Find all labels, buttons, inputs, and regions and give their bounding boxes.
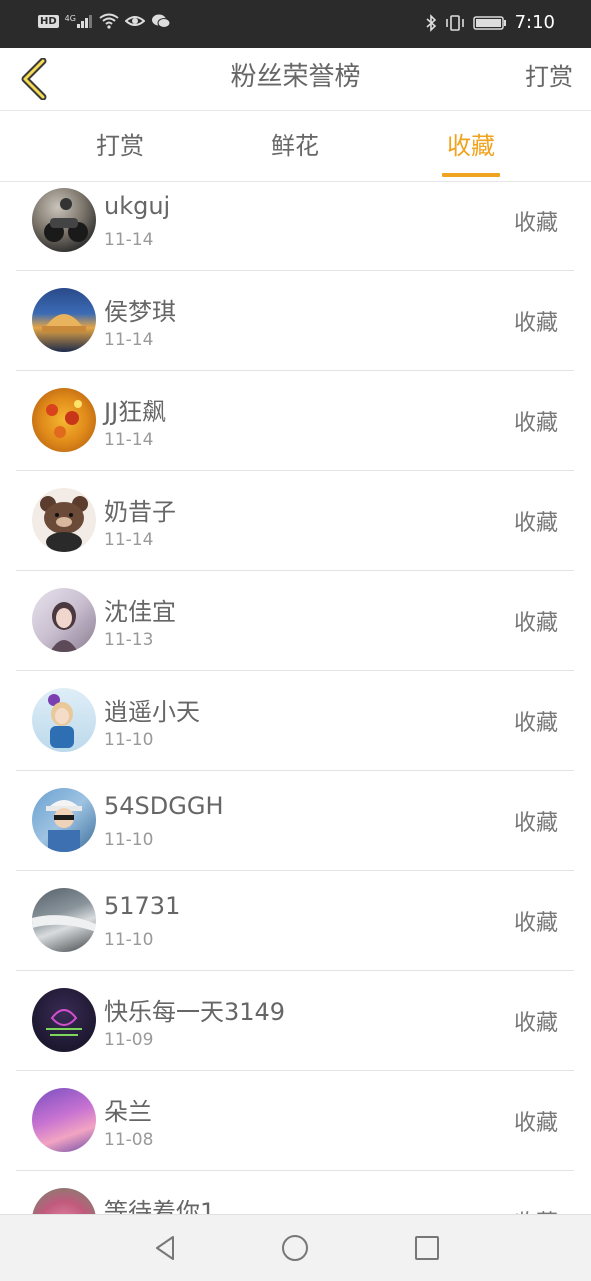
fan-name: 沈佳宜 [104, 598, 176, 626]
avatar [32, 388, 96, 452]
fan-action: 收藏 [513, 411, 558, 436]
fan-name: 侯梦琪 [104, 298, 176, 326]
list-item[interactable]: 侯梦琪 11-14 收藏 [16, 270, 574, 371]
fan-action: 收藏 [514, 1205, 558, 1214]
fan-action: 收藏 [513, 211, 558, 236]
tab-reward[interactable]: 打赏 [80, 111, 160, 181]
fan-date: 11-14 [104, 430, 154, 450]
fan-date: 11-08 [104, 1130, 154, 1150]
fan-date: 11-10 [104, 830, 154, 850]
fan-action: 收藏 [513, 511, 558, 536]
tab-label: 鲜花 [271, 132, 319, 160]
reward-button[interactable]: 打赏 [525, 48, 573, 110]
list-item[interactable]: 奶昔子 11-14 收藏 [16, 470, 574, 571]
circle-home-icon [282, 1235, 308, 1261]
nav-home-button[interactable] [278, 1231, 312, 1265]
page-title: 粉丝荣誉榜 [230, 62, 361, 92]
fan-action: 收藏 [513, 811, 558, 836]
fan-name: JJ狂飙 [104, 398, 167, 426]
fan-name: 逍遥小天 [104, 698, 200, 726]
fan-action: 收藏 [513, 1011, 558, 1036]
list-item[interactable]: 沈佳宜 11-13 收藏 [16, 570, 574, 671]
list-item[interactable]: 51731 11-10 收藏 [16, 870, 574, 971]
fan-name: 51731 [104, 892, 181, 920]
fan-action: 收藏 [513, 711, 558, 736]
tab-favorites[interactable]: 收藏 [442, 111, 500, 181]
fan-action: 收藏 [513, 1111, 558, 1136]
wifi-icon [99, 13, 119, 29]
fan-action: 收藏 [513, 611, 558, 636]
app-header: 粉丝荣誉榜 打赏 [0, 48, 591, 111]
avatar [32, 1088, 96, 1152]
tab-label: 打赏 [96, 132, 144, 160]
tab-label: 收藏 [447, 132, 495, 160]
status-icons-left: HD 4G [38, 13, 171, 29]
avatar [32, 588, 96, 652]
square-recents-icon [415, 1236, 439, 1260]
fan-date: 11-10 [104, 730, 154, 750]
triangle-back-icon [156, 1236, 174, 1260]
fan-date: 11-13 [104, 630, 154, 650]
bluetooth-icon [426, 13, 436, 32]
fan-date: 11-09 [104, 1030, 154, 1050]
list-item[interactable]: ukguj 11-14 收藏 [16, 182, 574, 271]
eye-icon [124, 16, 145, 26]
fan-name: 奶昔子 [104, 498, 176, 526]
active-tab-indicator [442, 173, 500, 177]
fan-action: 收藏 [513, 311, 558, 336]
system-nav-bar [0, 1214, 591, 1281]
fan-action: 收藏 [513, 911, 558, 936]
back-button[interactable] [14, 56, 54, 102]
avatar [32, 488, 96, 552]
fan-name: 朵兰 [104, 1098, 152, 1126]
list-item[interactable]: 等待着你1 收藏 [16, 1170, 574, 1214]
fan-name: 54SDGGH [104, 792, 224, 820]
list-item[interactable]: JJ狂飙 11-14 收藏 [16, 370, 574, 471]
clock: 7:10 [514, 12, 555, 33]
avatar [32, 888, 96, 952]
signal-icon: 4G [65, 14, 93, 28]
status-icons-right: 7:10 [425, 12, 555, 33]
fan-name: ukguj [104, 192, 171, 220]
nav-back-button[interactable] [148, 1231, 182, 1265]
avatar [32, 788, 96, 852]
fan-list[interactable]: ukguj 11-14 收藏 侯梦琪 11-14 收藏 JJ狂飙 11-14 收… [0, 182, 591, 1214]
tab-bar: 打赏 鲜花 收藏 [0, 111, 591, 182]
fan-date: 11-14 [104, 330, 154, 350]
vibrate-icon [445, 14, 464, 31]
fan-date: 11-10 [104, 930, 154, 950]
wechat-icon [151, 14, 171, 28]
fan-date: 11-14 [104, 530, 154, 550]
hd-badge: HD [38, 14, 59, 28]
list-item[interactable]: 快乐每一天3149 11-09 收藏 [16, 970, 574, 1071]
nav-recents-button[interactable] [410, 1231, 444, 1265]
avatar [32, 1188, 96, 1214]
avatar [32, 988, 96, 1052]
list-item[interactable]: 朵兰 11-08 收藏 [16, 1070, 574, 1171]
status-bar: HD 4G 7:10 [0, 0, 591, 48]
avatar [32, 288, 96, 352]
avatar [32, 688, 96, 752]
avatar [32, 188, 96, 252]
network-type: 4G [64, 14, 76, 23]
fan-date: 11-14 [104, 230, 154, 250]
fan-name: 快乐每一天3149 [104, 998, 286, 1026]
fan-name: 等待着你1 [104, 1198, 216, 1214]
chevron-left-icon [21, 58, 47, 100]
list-item[interactable]: 逍遥小天 11-10 收藏 [16, 670, 574, 771]
tab-flowers[interactable]: 鲜花 [255, 111, 335, 181]
battery-icon [472, 15, 506, 30]
list-item[interactable]: 54SDGGH 11-10 收藏 [16, 770, 574, 871]
